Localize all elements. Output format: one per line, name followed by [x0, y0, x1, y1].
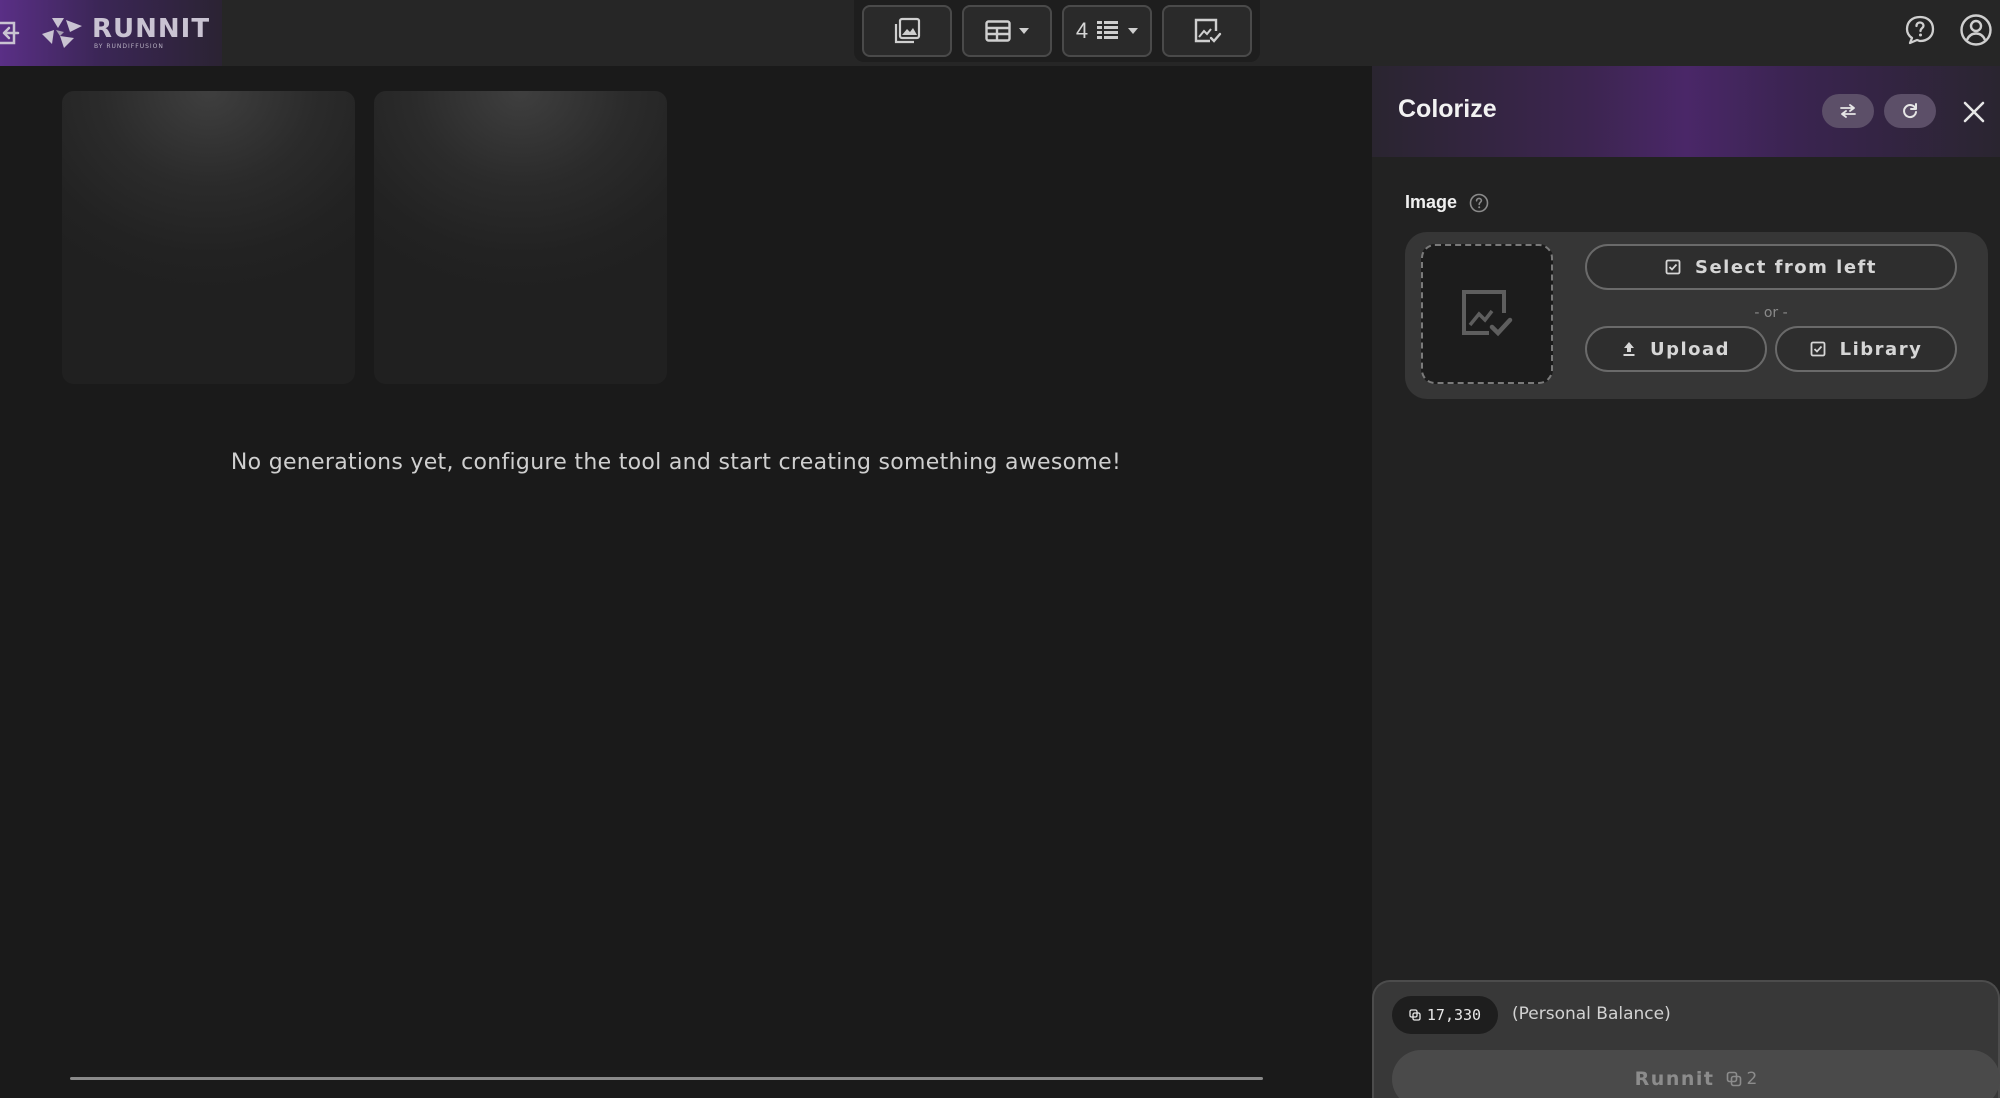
select-image-mode-button[interactable]	[1162, 5, 1252, 57]
brand-tagline: BY RUNDIFFUSION	[94, 43, 164, 50]
runnit-button[interactable]: Runnit 2	[1392, 1050, 2000, 1098]
image-check-icon	[1194, 18, 1222, 43]
run-footer: 17,330 (Personal Balance) Runnit 2	[1372, 980, 2000, 1098]
runnit-label: Runnit	[1634, 1068, 1715, 1090]
list-columns-icon	[1097, 21, 1119, 39]
image-drop-zone[interactable]	[1421, 244, 1553, 384]
balance-note: (Personal Balance)	[1512, 1004, 1671, 1024]
bottom-scrollbar[interactable]	[70, 1077, 1263, 1080]
checkbox-icon	[1810, 341, 1826, 357]
refresh-icon	[1903, 103, 1917, 119]
upload-icon	[1623, 342, 1635, 356]
reset-button[interactable]	[1884, 94, 1936, 128]
library-label: Library	[1839, 338, 1923, 360]
select-from-left-button[interactable]: Select from left	[1585, 244, 1957, 290]
gallery-icon	[894, 17, 921, 44]
layout-dropdown-button[interactable]	[962, 5, 1052, 57]
close-panel-button[interactable]	[1960, 98, 1988, 126]
collapse-sidebar-button[interactable]	[0, 13, 26, 53]
panel-title: Colorize	[1398, 95, 1497, 123]
checkbox-icon	[1665, 259, 1681, 275]
image-check-icon	[1462, 290, 1513, 337]
select-from-left-label: Select from left	[1694, 256, 1877, 278]
brand-name: RUNNIT	[92, 14, 211, 44]
gallery-button[interactable]	[862, 5, 952, 57]
or-separator: - or -	[1754, 305, 1788, 321]
swap-arrows-icon	[1840, 104, 1856, 118]
table-layout-icon	[985, 20, 1011, 42]
placeholder-thumbnail	[374, 91, 667, 384]
chevron-down-icon	[1128, 28, 1139, 34]
run-cost: 2	[1726, 1069, 1757, 1089]
top-bar: RUNNIT BY RUNDIFFUSION 4	[0, 0, 2000, 66]
library-button[interactable]: Library	[1775, 326, 1957, 372]
image-field-label: Image	[1405, 192, 1489, 213]
user-circle-icon	[1960, 14, 1992, 46]
credits-icon	[1727, 1071, 1742, 1087]
empty-state-message: No generations yet, configure the tool a…	[230, 450, 1122, 475]
chevron-down-icon	[1019, 28, 1029, 34]
exit-arrow-icon	[0, 21, 20, 45]
runnit-logo-icon	[38, 16, 86, 50]
view-toolbar: 4	[854, 0, 1260, 62]
run-cost-value: 2	[1746, 1069, 1758, 1089]
balance-value: 17,330	[1426, 1006, 1482, 1024]
upload-label: Upload	[1649, 338, 1731, 360]
balance-badge: 17,330	[1392, 996, 1498, 1034]
image-input-card: Select from left - or - Upload Library	[1405, 232, 1988, 399]
tool-panel: Colorize Image Select from left - or - U…	[1372, 66, 2000, 1098]
help-chat-icon	[1905, 15, 1935, 45]
columns-count: 4	[1075, 18, 1089, 43]
panel-header: Colorize	[1372, 66, 2000, 157]
help-chat-button[interactable]	[1902, 12, 1938, 48]
close-icon	[1963, 101, 1985, 123]
account-button[interactable]	[1958, 12, 1994, 48]
columns-dropdown-button[interactable]: 4	[1062, 5, 1152, 57]
help-circle-icon[interactable]	[1469, 193, 1489, 213]
credits-icon	[1409, 1009, 1421, 1021]
placeholder-thumbnail	[62, 91, 355, 384]
upload-button[interactable]: Upload	[1585, 326, 1767, 372]
brand-area: RUNNIT BY RUNDIFFUSION	[0, 0, 222, 66]
image-label-text: Image	[1405, 192, 1458, 212]
brand-logo[interactable]: RUNNIT BY RUNDIFFUSION	[92, 16, 210, 50]
swap-tool-button[interactable]	[1822, 94, 1874, 128]
